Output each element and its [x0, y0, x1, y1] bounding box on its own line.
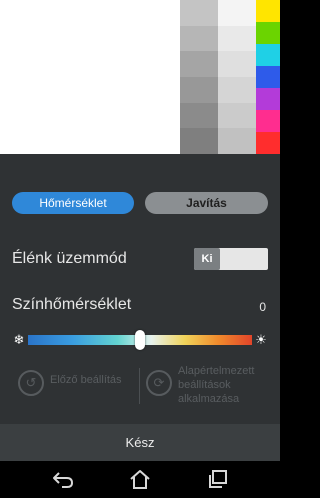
palette-swatch: [218, 51, 256, 78]
screen-preview: [0, 0, 280, 155]
tab-fix[interactable]: Javítás: [145, 192, 268, 214]
action-divider: [139, 368, 140, 404]
home-icon[interactable]: [127, 467, 153, 491]
palette-swatch: [256, 22, 280, 44]
snowflake-icon: ❄: [13, 332, 25, 347]
palette-swatch: [180, 0, 218, 26]
apply-defaults-button[interactable]: Alapértelmezett beállítások alkalmazása: [178, 364, 274, 406]
slider-thumb[interactable]: [135, 330, 145, 350]
back-icon[interactable]: [50, 467, 76, 491]
vivid-mode-toggle[interactable]: Ki: [194, 248, 268, 270]
color-temperature-label: Színhőmérséklet: [12, 296, 132, 313]
palette-swatch: [256, 66, 280, 88]
undo-circle-icon[interactable]: ↺: [18, 370, 44, 396]
palette-swatch: [256, 44, 280, 66]
palette-swatch: [256, 110, 280, 132]
tab-temperature[interactable]: Hőmérséklet: [12, 192, 134, 214]
previous-setting-button[interactable]: Előző beállítás: [50, 374, 122, 386]
palette-column-gray-light: [218, 0, 256, 155]
sun-icon: ☀: [255, 332, 267, 347]
reset-circle-icon[interactable]: ⟳: [146, 370, 172, 396]
color-temperature-value: 0: [259, 300, 266, 314]
palette-swatch: [256, 0, 280, 22]
settings-panel: Hőmérséklet Javítás Élénk üzemmód Ki Szí…: [0, 154, 280, 461]
reset-actions: ↺ Előző beállítás ⟳ Alapértelmezett beál…: [0, 362, 280, 418]
color-temperature-slider[interactable]: ❄ ☀: [12, 330, 268, 350]
vivid-mode-label: Élénk üzemmód: [12, 250, 127, 267]
color-palette: [180, 0, 280, 155]
palette-swatch: [218, 25, 256, 52]
palette-swatch: [256, 132, 280, 154]
palette-swatch: [218, 128, 256, 155]
palette-swatch: [218, 0, 256, 26]
vivid-mode-toggle-knob[interactable]: Ki: [194, 248, 220, 270]
done-button[interactable]: Kész: [0, 424, 280, 461]
tab-bar: Hőmérséklet Javítás: [12, 192, 268, 214]
palette-swatch: [180, 77, 218, 103]
palette-swatch: [256, 88, 280, 110]
navigation-bar: [0, 461, 280, 498]
palette-swatch: [180, 128, 218, 155]
recent-apps-icon[interactable]: [205, 467, 231, 491]
palette-column-colors: [256, 0, 280, 154]
palette-swatch: [180, 102, 218, 129]
palette-swatch: [180, 51, 218, 78]
palette-column-gray-dark: [180, 0, 218, 155]
palette-swatch: [218, 77, 256, 103]
palette-swatch: [218, 102, 256, 129]
palette-swatch: [180, 25, 218, 52]
